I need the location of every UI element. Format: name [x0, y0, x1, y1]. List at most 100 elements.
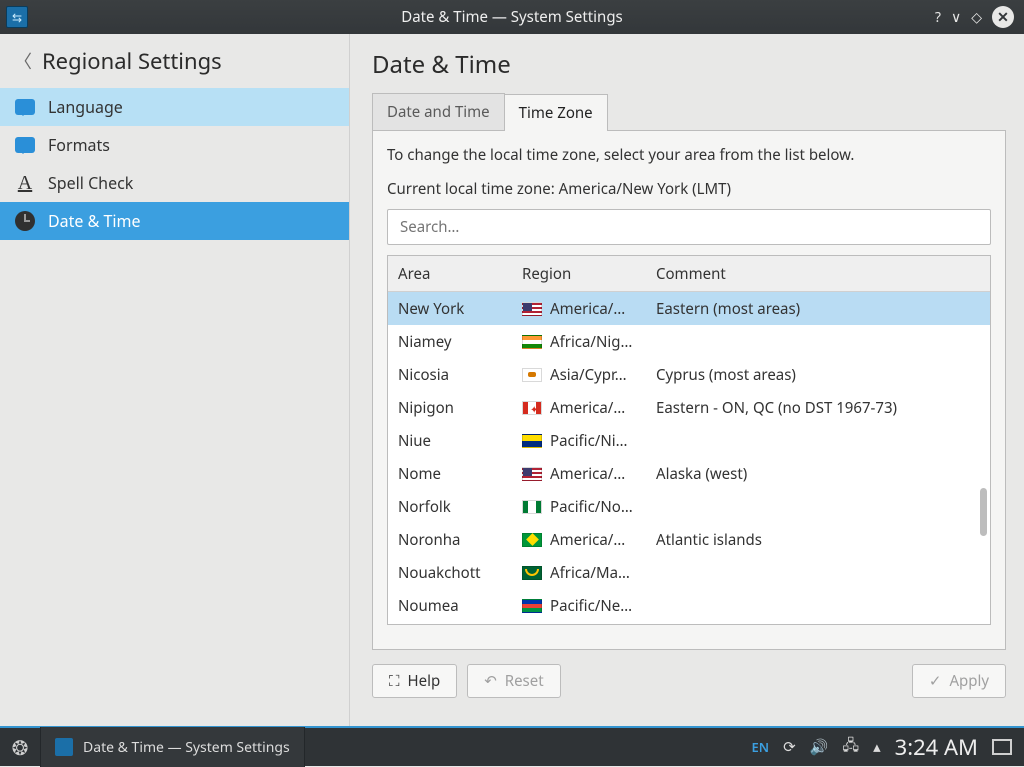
- maximize-icon[interactable]: ◇: [971, 8, 982, 27]
- help-icon[interactable]: ?: [935, 8, 941, 27]
- cell-comment: Alaska (west): [644, 464, 990, 484]
- col-header-region[interactable]: Region: [516, 264, 644, 284]
- flag-icon: ✦: [522, 401, 542, 415]
- reset-button[interactable]: ↶ Reset: [467, 664, 560, 698]
- start-button[interactable]: ❂: [0, 727, 40, 767]
- cell-area: Nipigon: [388, 398, 516, 418]
- taskbar: ❂ Date & Time — System Settings EN ⟳ 🔊 🖧…: [0, 726, 1024, 766]
- cell-region: Pacific/Ne…: [516, 596, 644, 616]
- cell-area: Norfolk: [388, 497, 516, 517]
- cell-area: New York: [388, 299, 516, 319]
- cell-area: Noumea: [388, 596, 516, 616]
- cell-comment: Eastern (most areas): [644, 299, 990, 319]
- current-timezone-text: Current local time zone: America/New Yor…: [387, 179, 991, 199]
- cell-area: Noronha: [388, 530, 516, 550]
- sidebar-item-date-time[interactable]: Date & Time: [0, 202, 349, 240]
- titlebar: ⇆ Date & Time — System Settings ? ∨ ◇ ✕: [0, 0, 1024, 34]
- sidebar-item-label: Formats: [48, 134, 110, 156]
- check-icon: ✓: [929, 671, 942, 691]
- cell-comment: Eastern - ON, QC (no DST 1967-73): [644, 398, 990, 418]
- cell-region: America/…: [516, 464, 644, 484]
- cell-region: Africa/Ma…: [516, 563, 644, 583]
- instruction-text: To change the local time zone, select yo…: [387, 145, 991, 165]
- window-title: Date & Time — System Settings: [401, 7, 622, 27]
- cell-area: Nicosia: [388, 365, 516, 385]
- flag-icon: [522, 533, 542, 547]
- table-row[interactable]: NoronhaAmerica/…Atlantic islands: [388, 523, 990, 556]
- show-desktop-button[interactable]: [992, 739, 1012, 755]
- help-button-label: Help: [408, 671, 441, 691]
- col-header-comment[interactable]: Comment: [644, 264, 990, 284]
- keyboard-layout-indicator[interactable]: EN: [752, 738, 770, 756]
- cell-region: Pacific/Ni…: [516, 431, 644, 451]
- sidebar-item-label: Date & Time: [48, 210, 141, 232]
- flag-icon: [522, 566, 542, 580]
- speech-bubble-icon: [14, 134, 36, 156]
- app-icon: ⇆: [6, 6, 28, 28]
- sidebar-item-spell-check[interactable]: A Spell Check: [0, 164, 349, 202]
- apply-button[interactable]: ✓ Apply: [912, 664, 1006, 698]
- timezone-table: Area Region Comment New YorkAmerica/…Eas…: [387, 255, 991, 625]
- table-row[interactable]: NicosiaAsia/Cypr…Cyprus (most areas): [388, 358, 990, 391]
- scrollbar-thumb[interactable]: [980, 488, 987, 536]
- table-row[interactable]: NorfolkPacific/No…: [388, 490, 990, 523]
- app-icon: [55, 738, 73, 756]
- page-title: Date & Time: [372, 48, 1006, 81]
- task-label: Date & Time — System Settings: [83, 738, 290, 757]
- flag-icon: [522, 500, 542, 514]
- close-icon[interactable]: ✕: [992, 6, 1014, 28]
- tab-date-and-time[interactable]: Date and Time: [372, 93, 505, 130]
- flag-icon: [522, 368, 542, 382]
- chevron-left-icon: 〈: [14, 48, 32, 74]
- cell-region: America/…: [516, 530, 644, 550]
- cell-area: Niue: [388, 431, 516, 451]
- help-button[interactable]: ⛶ Help: [372, 664, 457, 698]
- tab-time-zone[interactable]: Time Zone: [505, 94, 608, 131]
- tray-expand-icon[interactable]: ▴: [873, 737, 881, 757]
- table-row[interactable]: NiameyAfrica/Nig…: [388, 325, 990, 358]
- updates-icon[interactable]: ⟳: [783, 737, 796, 757]
- cell-comment: Cyprus (most areas): [644, 365, 990, 385]
- cell-region: America/…: [516, 299, 644, 319]
- col-header-area[interactable]: Area: [388, 264, 516, 284]
- reset-button-label: Reset: [505, 671, 544, 691]
- flag-icon: [522, 302, 542, 316]
- sidebar-item-label: Language: [48, 96, 123, 118]
- cell-region: ✦America/…: [516, 398, 644, 418]
- cell-area: Niamey: [388, 332, 516, 352]
- tabs: Date and Time Time Zone: [372, 93, 1006, 130]
- flag-icon: [522, 335, 542, 349]
- minimize-icon[interactable]: ∨: [951, 8, 961, 27]
- cell-comment: Atlantic islands: [644, 530, 990, 550]
- table-row[interactable]: NomeAmerica/…Alaska (west): [388, 457, 990, 490]
- table-row[interactable]: Nipigon✦America/…Eastern - ON, QC (no DS…: [388, 391, 990, 424]
- speech-bubble-icon: [14, 96, 36, 118]
- network-icon[interactable]: 🖧: [842, 735, 859, 760]
- table-row[interactable]: NoumeaPacific/Ne…: [388, 589, 990, 622]
- table-row[interactable]: NouakchottAfrica/Ma…: [388, 556, 990, 589]
- help-maximize-icon: ⛶: [389, 671, 400, 691]
- flag-icon: [522, 467, 542, 481]
- cell-area: Nouakchott: [388, 563, 516, 583]
- cell-region: Pacific/No…: [516, 497, 644, 517]
- search-input[interactable]: [387, 209, 991, 245]
- taskbar-task[interactable]: Date & Time — System Settings: [40, 727, 305, 767]
- table-row[interactable]: NiuePacific/Ni…: [388, 424, 990, 457]
- back-button[interactable]: 〈 Regional Settings: [0, 34, 349, 88]
- sidebar-item-formats[interactable]: Formats: [0, 126, 349, 164]
- volume-icon[interactable]: 🔊: [810, 737, 829, 757]
- sidebar-item-language[interactable]: Language: [0, 88, 349, 126]
- apply-button-label: Apply: [949, 671, 989, 691]
- flag-icon: [522, 434, 542, 448]
- tab-panel: To change the local time zone, select yo…: [372, 130, 1006, 650]
- table-row[interactable]: New YorkAmerica/…Eastern (most areas): [388, 292, 990, 325]
- breadcrumb: Regional Settings: [42, 46, 222, 76]
- sidebar: 〈 Regional Settings Language Formats A S…: [0, 34, 350, 726]
- taskbar-clock[interactable]: 3:24 AM: [895, 732, 978, 762]
- undo-icon: ↶: [484, 671, 497, 691]
- spellcheck-icon: A: [14, 172, 36, 194]
- cell-region: Asia/Cypr…: [516, 365, 644, 385]
- flag-icon: [522, 599, 542, 613]
- clock-icon: [14, 210, 36, 232]
- table-header: Area Region Comment: [388, 256, 990, 292]
